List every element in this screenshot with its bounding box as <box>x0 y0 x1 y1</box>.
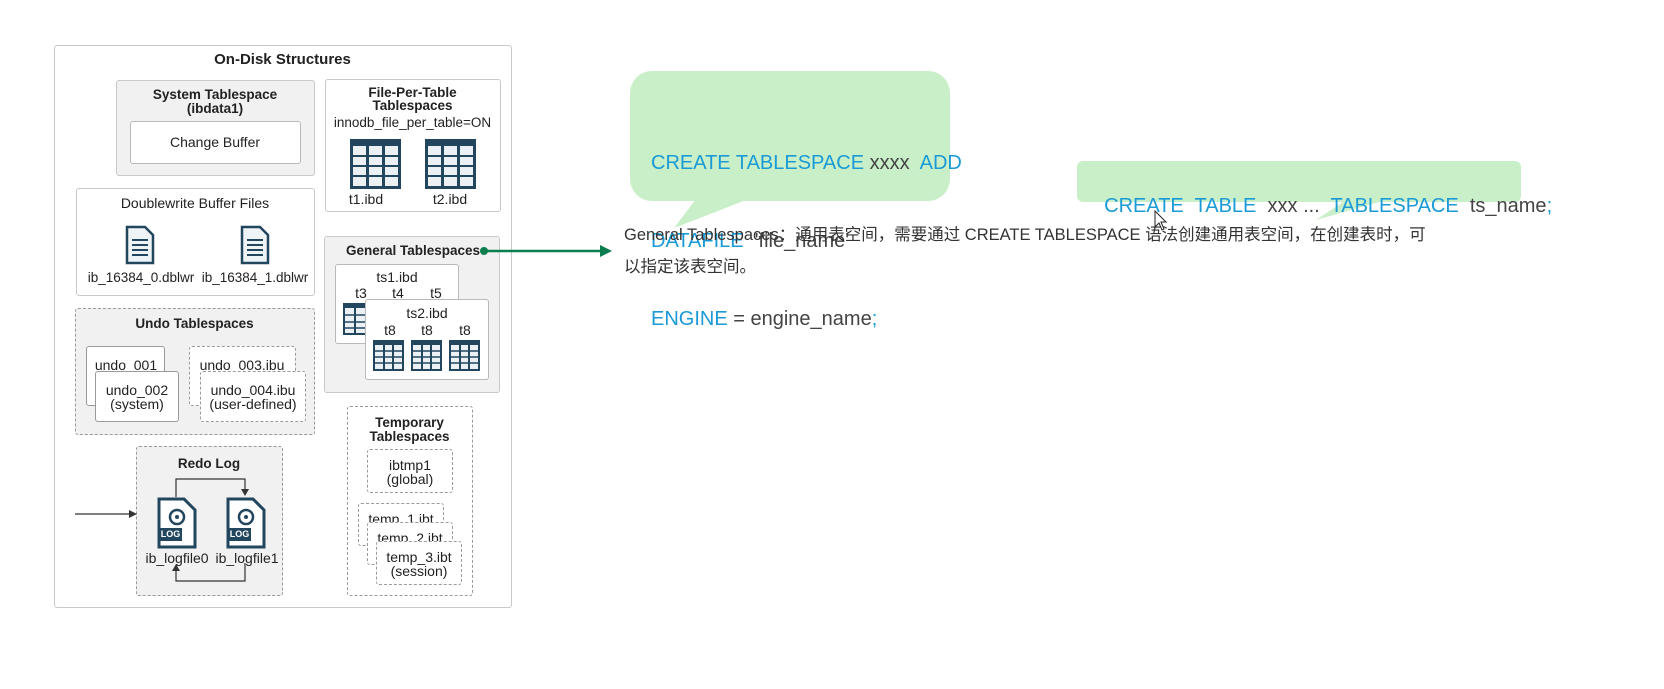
ibtmp1-box: ibtmp1 (global) <box>367 449 453 493</box>
redo-log-title: Redo Log <box>177 456 241 471</box>
description-line1: General Tablespaces：通用表空间，需要通过 CREATE TA… <box>624 226 1426 244</box>
create-tablespace-line3: ENGINE = engine_name; <box>651 306 962 332</box>
ibtmp1-sub: (global) <box>386 471 434 487</box>
table-icon <box>425 139 476 189</box>
undo-002-sub: (system) <box>110 396 164 412</box>
code-keyword: ; <box>871 308 878 330</box>
dblwr-file-1-label: ib_16384_1.dblwr <box>201 270 309 285</box>
log-file-icon: LOG <box>157 497 197 549</box>
document-icon <box>125 225 155 265</box>
ts2-table-label: t8 <box>384 322 396 338</box>
temporary-title: Temporary <box>375 415 444 430</box>
general-tablespaces-title: General Tablespaces <box>345 243 481 258</box>
code-keyword: ; <box>1546 195 1553 217</box>
code-value: = engine_name <box>733 308 872 330</box>
code-value: xxx ... <box>1267 195 1320 217</box>
log-file-icon: LOG <box>226 497 266 549</box>
change-buffer-box: Change Buffer <box>130 121 301 164</box>
table-icon <box>449 340 480 371</box>
doublewrite-box: Doublewrite Buffer Files ib_16384_0.dblw… <box>76 188 315 296</box>
system-tablespace-title: System Tablespace <box>152 87 278 102</box>
system-tablespace-box: System Tablespace (ibdata1) Change Buffe… <box>116 80 315 176</box>
create-tablespace-line1: CREATE TABLESPACE xxxx ADD <box>651 150 962 176</box>
file-per-table-setting: innodb_file_per_table=ON <box>333 115 492 130</box>
temp3-box: temp_3.ibt (session) <box>376 541 462 585</box>
code-keyword: ADD <box>919 152 962 174</box>
dblwr-file-0-label: ib_16384_0.dblwr <box>87 270 195 285</box>
ts2-table-label: t8 <box>421 322 433 338</box>
file-per-table-subtitle: Tablespaces <box>372 98 453 113</box>
on-disk-title: On-Disk Structures <box>214 51 351 68</box>
document-icon <box>240 225 270 265</box>
general-tablespaces-arrow <box>480 245 612 257</box>
code-value: xxxx <box>869 152 910 174</box>
temporary-subtitle: Tablespaces <box>369 429 450 444</box>
description-line2: 以指定该表空间。 <box>624 258 756 276</box>
doublewrite-title: Doublewrite Buffer Files <box>120 195 270 211</box>
undo-002-box: undo_002 (system) <box>95 371 179 422</box>
ts1-label: ts1.ibd <box>376 269 418 285</box>
ts2-table-label: t8 <box>459 322 471 338</box>
t1-file-label: t1.ibd <box>348 191 384 207</box>
t2-file-label: t2.ibd <box>432 191 468 207</box>
system-tablespace-subtitle: (ibdata1) <box>186 101 244 116</box>
log-badge: LOG <box>228 528 251 541</box>
table-icon <box>350 139 401 189</box>
general-tablespaces-description: General Tablespaces：通用表空间，需要通过 CREATE TA… <box>624 219 1624 283</box>
change-buffer-label: Change Buffer <box>169 134 261 150</box>
code-value: ts_name <box>1469 195 1547 217</box>
code-keyword: ENGINE <box>651 308 728 330</box>
undo-tablespaces-title: Undo Tablespaces <box>135 316 254 331</box>
mouse-cursor-icon <box>1154 210 1168 231</box>
table-icon <box>373 340 404 371</box>
undo-004-box: undo_004.ibu (user-defined) <box>200 371 306 422</box>
code-keyword: TABLESPACE <box>1330 195 1459 217</box>
code-keyword: CREATE TABLE <box>1104 195 1257 217</box>
table-icon <box>411 340 442 371</box>
ts2-label: ts2.ibd <box>406 305 448 321</box>
temp3-sub: (session) <box>390 563 448 579</box>
log-badge: LOG <box>159 528 182 541</box>
code-keyword: CREATE TABLESPACE <box>651 152 865 174</box>
undo-004-sub: (user-defined) <box>209 396 297 412</box>
